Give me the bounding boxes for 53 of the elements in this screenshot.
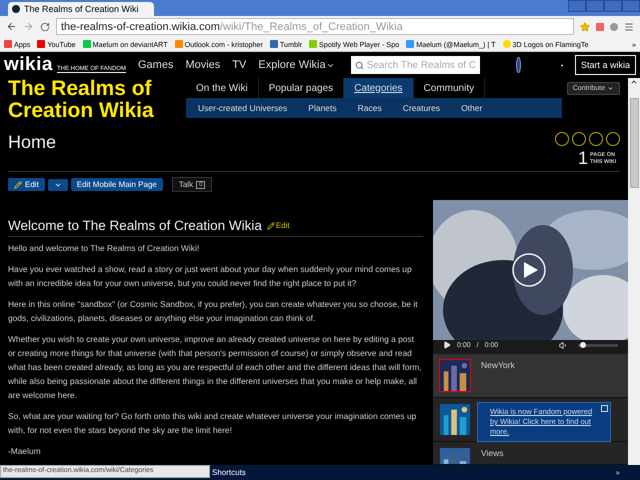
caret-icon [607, 84, 614, 92]
video-title: NewYork [481, 360, 515, 370]
paragraph: Here in this online "sandbox" (or Cosmic Sandbox, if you prefer), you can create whatever you so choose, be it gods, civilizations, planets, diseases or anything else your imagination can think of. [8, 298, 419, 325]
playlist-item[interactable]: NewYork [433, 354, 628, 398]
nav-link[interactable]: TV [232, 59, 246, 71]
play-icon[interactable] [443, 341, 451, 349]
menu-icon[interactable] [624, 22, 634, 32]
section-heading: Welcome to The Realms of Creation Wikia [8, 218, 262, 233]
page-count: 1 [578, 148, 588, 169]
subnav-link[interactable]: Other [461, 103, 482, 113]
scroll-up-icon[interactable] [630, 78, 638, 86]
star-icon[interactable] [580, 22, 590, 32]
share-icon[interactable] [589, 132, 603, 146]
nav-tab[interactable]: Categories [344, 78, 414, 98]
volume-slider[interactable] [578, 344, 618, 346]
nav-link[interactable]: Movies [185, 59, 220, 71]
share-icon[interactable] [572, 132, 586, 146]
page-title: Home [8, 132, 58, 153]
search-icon [354, 60, 364, 70]
back-icon[interactable] [6, 21, 17, 32]
expand-icon[interactable]: » [616, 468, 620, 477]
video-title: Views [481, 448, 504, 458]
paragraph: Hello and welcome to The Realms of Creation Wiki! [8, 242, 200, 255]
site-logo[interactable]: wikia [4, 54, 53, 76]
nav-link[interactable]: Games [138, 59, 174, 71]
extension-icon[interactable] [596, 22, 604, 30]
explore-menu[interactable]: Explore Wikia [258, 59, 335, 71]
play-icon[interactable] [511, 252, 547, 288]
share-icon[interactable] [606, 132, 620, 146]
subnav-link[interactable]: User-created Universes [198, 103, 288, 113]
scrollbar-thumb[interactable] [630, 98, 638, 188]
start-wikia-button[interactable]: Start a wikia [574, 55, 636, 75]
dropdown-button[interactable] [48, 178, 68, 190]
shortcuts-link[interactable]: Shortcuts [212, 468, 246, 477]
reload-icon[interactable] [40, 22, 50, 32]
share-icon[interactable] [555, 132, 569, 146]
subnav-link[interactable]: Planets [308, 103, 337, 113]
adblock-icon[interactable] [610, 22, 618, 30]
pencil-icon [266, 222, 275, 230]
subnav-link[interactable]: Creatures [402, 103, 440, 113]
section-edit-link[interactable]: Edit [266, 221, 290, 230]
edit-button[interactable]: Edit [8, 178, 45, 191]
browser-tab[interactable]: The Realms of Creation Wiki [8, 2, 154, 16]
paragraph: So, what are your waiting for? Go forth onto this wiki and create whatever universe your imagination comes up with, for not even the stars beyond the sky are the limit here! [8, 410, 418, 437]
paragraph: Have you ever watched a show, read a story or just went about your day when suddenly your mind comes up with an incredible idea for your own universe, but you could never find the right place to put it? [8, 263, 413, 290]
paragraph: Whether you wish to create your own universe, improve an already created universe on here by editing a post or creating more things for that universe (with that person's permission of course) or simply observe and read what has been created already, as long as you are respectful of each other and the different ideas that will form, while also being passionate about the different things in the different universes that you make or help make, all are welcome here. [8, 333, 423, 402]
volume-icon[interactable] [559, 340, 568, 350]
paragraph: -Maelum [8, 445, 42, 458]
address-bar[interactable]: the-realms-of-creation.wikia.com/wiki/The_Realms_of_Creation_Wikia [56, 18, 574, 35]
wiki-name[interactable]: The Realms of Creation Wikia [8, 78, 186, 122]
pencil-icon [14, 180, 22, 188]
edit-mobile-button[interactable]: Edit Mobile Main Page [70, 178, 163, 191]
subnav-link[interactable]: Races [358, 103, 382, 113]
